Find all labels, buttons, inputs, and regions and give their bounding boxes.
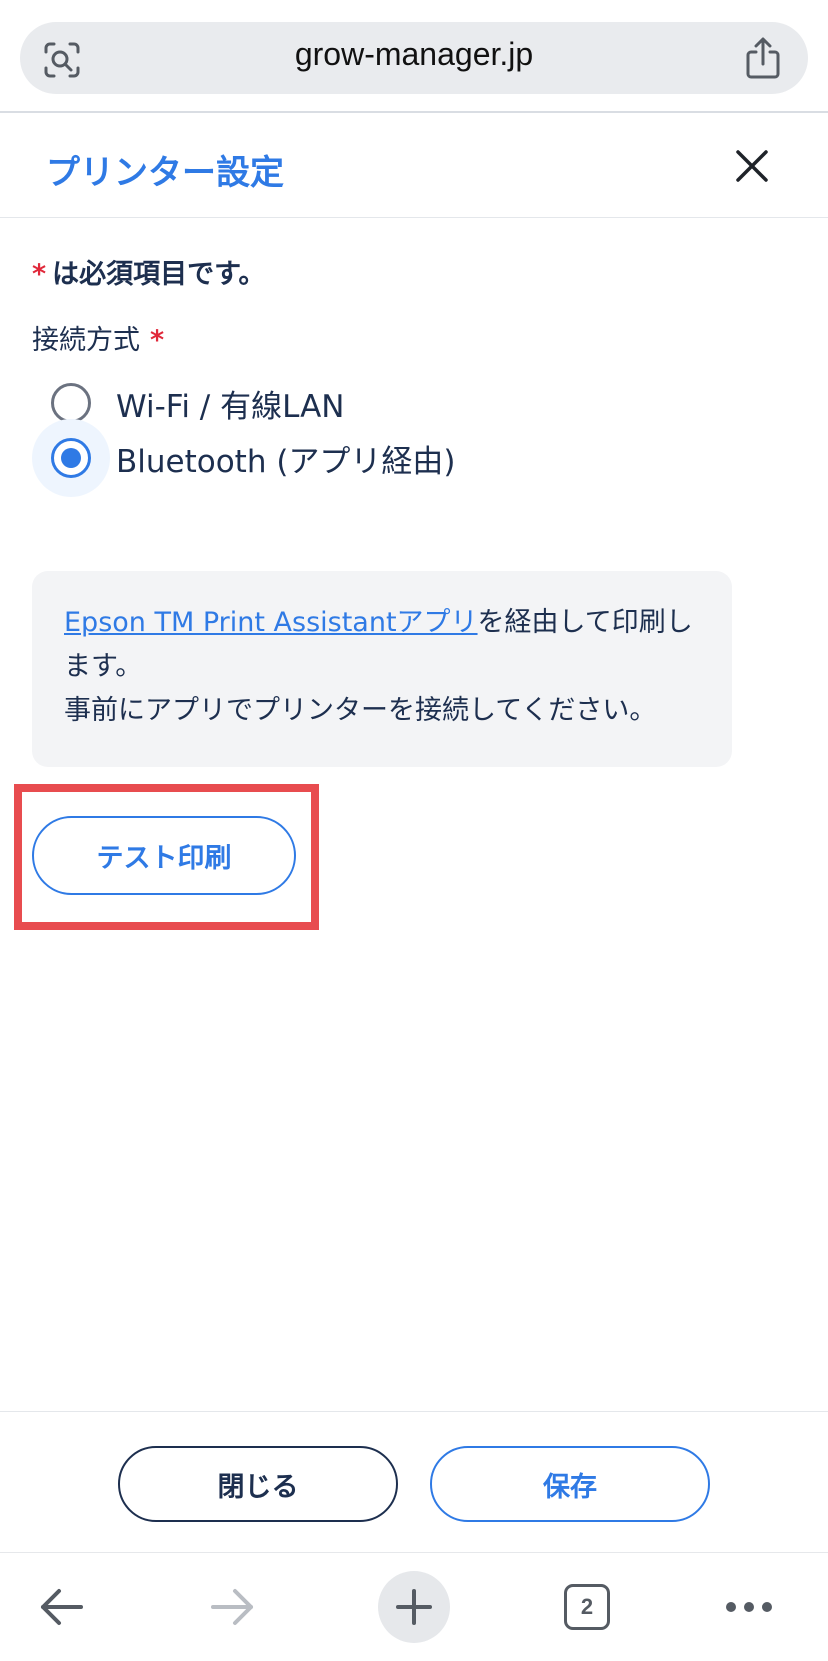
modal-footer: 閉じる 保存 [0,1411,828,1551]
required-note: * は必須項目です。 [32,252,265,291]
browser-toolbar: 2 [0,1552,828,1661]
required-star: * [150,325,165,356]
tabs-icon[interactable]: 2 [551,1571,623,1643]
close-button[interactable]: 閉じる [118,1446,398,1522]
browser-address-area: grow-manager.jp [0,0,828,113]
required-note-text: は必須項目です。 [52,259,266,290]
forward-arrow-icon[interactable] [196,1571,268,1643]
new-tab-button[interactable] [378,1571,450,1643]
address-bar[interactable]: grow-manager.jp [20,22,808,94]
url-text[interactable]: grow-manager.jp [20,36,808,73]
radio-option-bluetooth[interactable]: Bluetooth (アプリ経由) [32,419,456,497]
tab-count: 2 [564,1584,610,1630]
radio-button-selected-icon[interactable] [51,438,91,478]
more-icon[interactable] [713,1571,785,1643]
back-arrow-icon[interactable] [26,1571,98,1643]
required-star: * [32,259,47,290]
connection-method-label: 接続方式 * [32,318,164,357]
modal-title: プリンター設定 [46,153,284,193]
modal-header: プリンター設定 [0,115,828,218]
share-icon[interactable] [744,36,782,80]
radio-option-label[interactable]: Bluetooth (アプリ経由) [116,436,456,481]
plus-icon [396,1589,432,1625]
app-link[interactable]: Epson TM Print Assistantアプリ [64,607,478,638]
close-icon[interactable] [732,146,772,186]
radio-halo [32,419,110,497]
connection-method-label-text: 接続方式 [32,325,140,356]
radio-button-icon[interactable] [51,383,91,423]
save-button[interactable]: 保存 [430,1446,710,1522]
info-box: Epson TM Print Assistantアプリを経由して印刷します。 事… [32,571,732,767]
test-print-button[interactable]: テスト印刷 [32,816,296,895]
info-text-line2: 事前にアプリでプリンターを接続してください。 [64,695,657,726]
